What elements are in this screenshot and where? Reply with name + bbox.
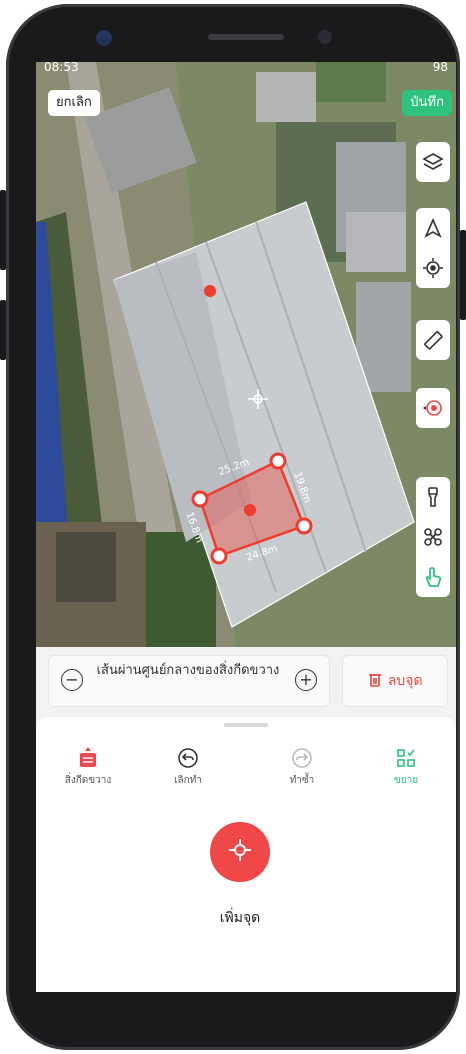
front-camera — [96, 30, 112, 46]
navigation-tools — [416, 208, 450, 288]
obstacle-label: สิ่งกีดขวาง — [64, 775, 112, 786]
layers-icon — [416, 142, 450, 182]
record-tool[interactable] — [416, 388, 450, 428]
redo-label: ทำซ้ำ — [289, 775, 315, 786]
battery-level: 98 — [432, 62, 448, 74]
center-line-control: − เส้นผ่านศูนย์กลางของสิ่งกีดขวาง + — [48, 655, 330, 707]
drone-icon[interactable] — [416, 517, 450, 557]
status-bar: 08:53 98 — [36, 62, 456, 76]
trash-icon — [367, 673, 387, 689]
map-canvas — [36, 62, 456, 647]
ruler-tool[interactable] — [416, 320, 450, 360]
proximity-sensor — [318, 30, 332, 44]
satellite-map[interactable]: 25.2m 19.8m 16.8m 24.8m — [36, 62, 456, 647]
app-screen: 08:53 98 25.2m 19.8m 16.8m 24.8m ยกเลิก … — [36, 62, 456, 992]
crosshair-icon — [226, 836, 254, 868]
device-tools — [416, 477, 450, 597]
save-button[interactable]: บันทึก — [402, 90, 452, 116]
bixby-button — [0, 300, 6, 360]
add-point-button[interactable] — [210, 822, 270, 882]
ruler-icon — [416, 320, 450, 360]
power-button — [460, 230, 466, 320]
navigation-icon[interactable] — [416, 208, 450, 248]
locate-icon[interactable] — [416, 248, 450, 288]
add-point-label: เพิ่มจุด — [219, 910, 261, 926]
undo-action[interactable]: เลิกทำ — [148, 743, 228, 788]
undo-icon — [148, 743, 228, 773]
record-icon — [416, 388, 450, 428]
redo-action[interactable]: ทำซ้ำ — [262, 743, 342, 788]
delete-point-button[interactable]: ลบจุด — [342, 655, 448, 707]
obstacle-action[interactable]: สิ่งกีดขวาง — [48, 743, 128, 788]
expand-icon — [366, 743, 446, 773]
delete-point-label: ลบจุด — [387, 673, 423, 689]
center-line-label: เส้นผ่านศูนย์กลางของสิ่งกีดขวาง — [96, 663, 280, 678]
action-sheet: สิ่งกีดขวาง เลิกทำ ทำซ้ำ ขยาย เพิ่มจุด — [36, 717, 456, 992]
status-time: 08:53 — [44, 62, 79, 74]
bottom-panel: − เส้นผ่านศูนย์กลางของสิ่งกีดขวาง + ลบจุ… — [36, 647, 456, 992]
increase-button[interactable]: + — [295, 669, 317, 691]
layers-tool[interactable] — [416, 142, 450, 182]
expand-label: ขยาย — [393, 775, 419, 786]
earpiece-speaker — [208, 34, 284, 40]
decrease-button[interactable]: − — [61, 669, 83, 691]
sheet-handle[interactable] — [224, 723, 268, 727]
volume-button — [0, 190, 6, 270]
tap-icon[interactable] — [416, 557, 450, 597]
undo-label: เลิกทำ — [174, 775, 202, 786]
obstacle-icon — [48, 743, 128, 773]
redo-icon — [262, 743, 342, 773]
expand-action[interactable]: ขยาย — [366, 743, 446, 788]
cancel-button[interactable]: ยกเลิก — [48, 90, 100, 116]
flashlight-icon[interactable] — [416, 477, 450, 517]
